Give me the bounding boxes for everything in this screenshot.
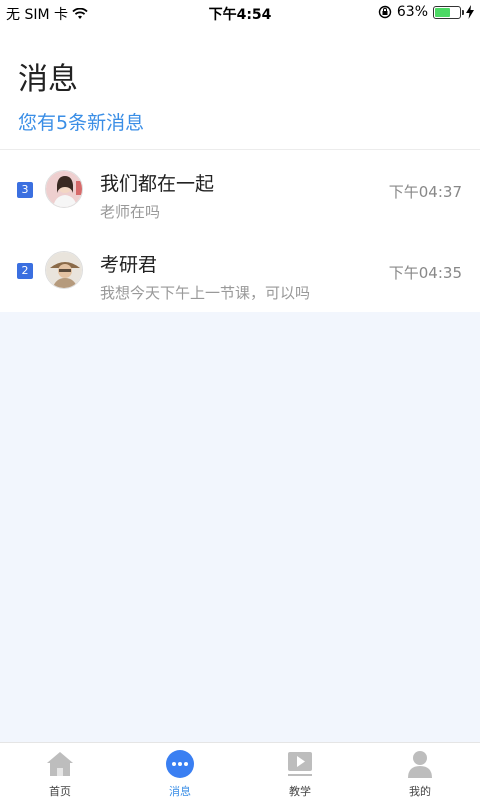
new-message-count: 您有5条新消息	[18, 112, 145, 134]
message-title: 考研君	[100, 254, 158, 276]
message-title: 我们都在一起	[100, 173, 215, 195]
tab-label: 教学	[289, 785, 311, 798]
message-time: 下午04:37	[388, 183, 462, 201]
battery-icon	[433, 5, 464, 19]
page-header: 消息 您有5条新消息	[0, 24, 480, 150]
avatar	[45, 170, 83, 208]
play-icon	[288, 752, 312, 776]
message-time: 下午04:35	[388, 264, 462, 282]
avatar	[45, 251, 83, 289]
tab-home[interactable]: 首页	[0, 743, 120, 800]
message-preview: 我想今天下午上一节课，可以吗	[100, 284, 311, 302]
home-icon	[47, 752, 73, 776]
orientation-lock-icon	[378, 5, 392, 19]
tab-profile[interactable]: 我的	[360, 743, 480, 800]
unread-badge: 3	[17, 182, 33, 198]
status-bar: 无 SIM 卡 下午4:54 63%	[0, 0, 480, 24]
status-right: 63%	[378, 4, 474, 20]
charging-icon	[466, 5, 474, 19]
message-icon	[166, 750, 194, 778]
tab-label: 首页	[49, 785, 71, 798]
user-icon	[408, 751, 432, 778]
message-item[interactable]: 2 考研君 我想今天下午上一节课，可以吗 下午04:35	[0, 231, 480, 312]
tab-label: 消息	[169, 785, 191, 798]
screen: 无 SIM 卡 下午4:54 63% 消息 您有5条新消息 3 我们都在一起 老…	[0, 0, 480, 800]
tab-teaching[interactable]: 教学	[240, 743, 360, 800]
message-list: 3 我们都在一起 老师在吗 下午04:37 2 考研君 我想今天下午上一节课，可…	[0, 150, 480, 312]
tab-label: 我的	[409, 785, 431, 798]
message-preview: 老师在吗	[100, 203, 161, 221]
battery-tip	[462, 9, 464, 15]
page-title: 消息	[18, 62, 78, 97]
tab-messages[interactable]: 消息	[120, 743, 240, 800]
unread-badge: 2	[17, 263, 33, 279]
tab-bar: 首页 消息 教学 我的	[0, 742, 480, 800]
message-item[interactable]: 3 我们都在一起 老师在吗 下午04:37	[0, 150, 480, 231]
battery-fill	[435, 7, 451, 17]
battery-percent: 63%	[396, 4, 428, 20]
